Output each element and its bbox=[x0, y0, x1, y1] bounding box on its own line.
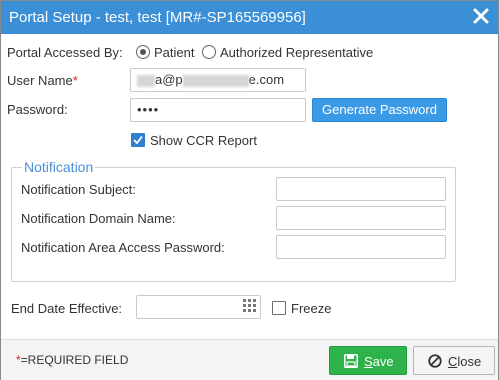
required-field-note-text: =REQUIRED FIELD bbox=[20, 353, 129, 367]
patient-radio[interactable] bbox=[136, 45, 150, 59]
save-label-rest: ave bbox=[372, 354, 394, 369]
portal-setup-dialog: Portal Setup - test, test [MR#-SP1655699… bbox=[0, 0, 499, 380]
patient-radio-label[interactable]: Patient bbox=[154, 45, 194, 60]
password-input[interactable]: •••• bbox=[130, 98, 306, 122]
close-hotkey: C bbox=[448, 354, 458, 369]
calendar-icon[interactable] bbox=[243, 299, 257, 313]
portal-accessed-label: Portal Accessed By: bbox=[7, 45, 123, 60]
notification-domain-input[interactable] bbox=[276, 206, 446, 230]
save-button[interactable]: Save bbox=[329, 346, 407, 375]
end-date-label: End Date Effective: bbox=[11, 301, 123, 316]
user-name-input[interactable]: a@p e.com bbox=[130, 68, 306, 92]
redacted-region bbox=[182, 74, 249, 87]
notification-domain-label: Notification Domain Name: bbox=[21, 211, 176, 226]
save-icon bbox=[344, 354, 358, 368]
authorized-representative-radio[interactable] bbox=[202, 45, 216, 59]
user-name-label-text: User Name bbox=[7, 73, 73, 88]
show-ccr-label[interactable]: Show CCR Report bbox=[150, 133, 257, 148]
dialog-titlebar: Portal Setup - test, test [MR#-SP1655699… bbox=[1, 1, 498, 34]
notification-password-input[interactable] bbox=[276, 235, 446, 259]
redacted-region bbox=[137, 74, 155, 87]
checkmark-icon bbox=[133, 135, 143, 145]
close-button[interactable]: Close bbox=[413, 346, 495, 375]
close-icon[interactable] bbox=[472, 7, 490, 25]
required-field-note: *=REQUIRED FIELD bbox=[16, 353, 128, 367]
notification-subject-label: Notification Subject: bbox=[21, 182, 136, 197]
freeze-label[interactable]: Freeze bbox=[291, 301, 331, 316]
user-name-label: User Name* bbox=[7, 73, 78, 88]
save-label: Save bbox=[364, 354, 394, 369]
freeze-checkbox[interactable] bbox=[272, 301, 286, 315]
show-ccr-checkbox[interactable] bbox=[131, 133, 145, 147]
ban-icon bbox=[428, 354, 442, 368]
password-label: Password: bbox=[7, 102, 68, 117]
dialog-title: Portal Setup - test, test [MR#-SP1655699… bbox=[9, 9, 306, 26]
generate-password-button[interactable]: Generate Password bbox=[312, 98, 447, 122]
required-asterisk: * bbox=[72, 73, 78, 88]
authorized-representative-radio-label[interactable]: Authorized Representative bbox=[220, 45, 373, 60]
user-name-value-suffix: e.com bbox=[248, 72, 285, 87]
close-label-rest: lose bbox=[457, 354, 482, 369]
close-label: Close bbox=[448, 354, 481, 369]
user-name-value-part: a@p bbox=[155, 72, 183, 87]
notification-subject-input[interactable] bbox=[276, 177, 446, 201]
notification-password-label: Notification Area Access Password: bbox=[21, 240, 225, 255]
save-hotkey: S bbox=[364, 354, 373, 369]
notification-legend: Notification bbox=[22, 159, 96, 175]
